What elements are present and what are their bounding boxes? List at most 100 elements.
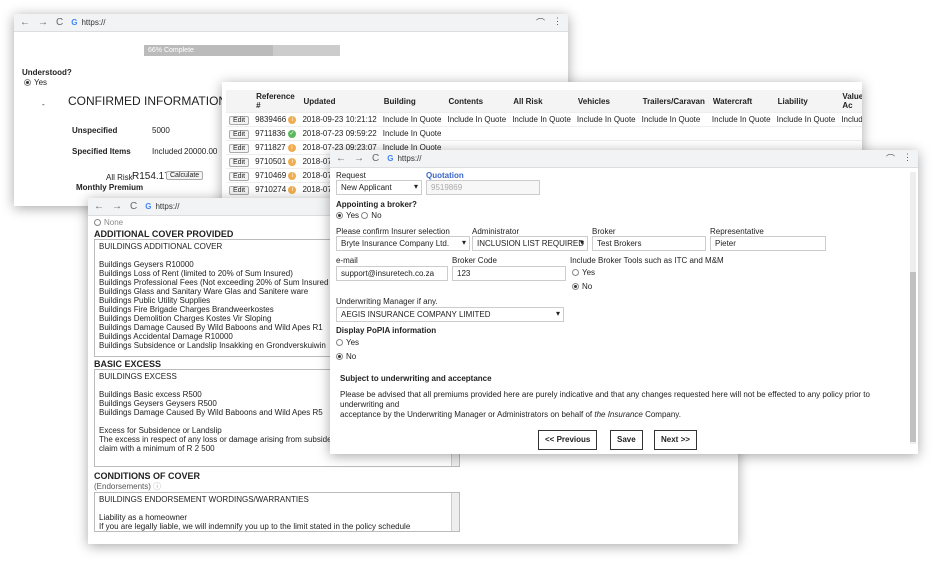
browser-bar: ← → C Ghttps:// ⌒ ⋮: [330, 150, 918, 168]
cover-cell: [838, 126, 862, 141]
calculate-button[interactable]: Calculate: [166, 171, 204, 180]
column-header: Contents: [444, 90, 510, 113]
monthly-premium-label: Monthly Premium: [76, 183, 144, 192]
radio-icon[interactable]: [572, 283, 579, 291]
reload-icon[interactable]: C: [56, 17, 63, 28]
specified-value: 20000.00: [184, 147, 218, 156]
scrollbar[interactable]: [910, 172, 916, 444]
tools-no[interactable]: No: [572, 282, 592, 291]
column-header: Building: [379, 90, 445, 113]
understood-yes[interactable]: Yes: [24, 78, 47, 87]
dash: -: [42, 100, 45, 109]
column-header: All Risk: [509, 90, 574, 113]
table-row: Edit 9711836 ✓ 2018-07-23 09:59:22 Include …: [226, 126, 862, 141]
radio-icon[interactable]: [572, 269, 579, 277]
radio-icon[interactable]: [24, 79, 31, 87]
email-label: e-mail: [336, 256, 358, 265]
administrator-select[interactable]: INCLUSION LIST REQUIRED: [472, 236, 588, 251]
info-icon: i: [288, 157, 297, 166]
cover-cell: Include In Quote: [638, 112, 709, 127]
back-icon[interactable]: ←: [20, 17, 30, 28]
cover-cell: Include In Quote: [379, 126, 445, 141]
representative-field[interactable]: Pieter: [710, 236, 826, 251]
request-select[interactable]: New Applicant: [336, 180, 422, 195]
broker-form-window: ← → C Ghttps:// ⌒ ⋮ Request Quotation New…: [330, 150, 918, 454]
previous-button[interactable]: << Previous: [538, 430, 598, 450]
popia-yes[interactable]: Yes: [336, 338, 359, 347]
reference-number[interactable]: 9711836: [255, 129, 286, 138]
reload-icon[interactable]: C: [372, 153, 379, 164]
reference-number[interactable]: 9710501: [255, 157, 286, 166]
column-header: Reference #: [252, 90, 300, 113]
menu-icon[interactable]: ⋮: [553, 16, 562, 29]
forward-icon[interactable]: →: [354, 153, 364, 164]
cover-cell: [708, 126, 774, 141]
text-line: BUILDINGS ENDORSEMENT WORDINGS/WARRANTIE…: [99, 495, 309, 504]
extension-icon[interactable]: ⌒: [886, 152, 895, 165]
broker-code-field[interactable]: 123: [452, 266, 566, 281]
back-icon[interactable]: ←: [94, 201, 104, 212]
url-text[interactable]: https://: [155, 202, 179, 211]
cover-cell: Include In Quote: [773, 112, 839, 127]
scrollbar[interactable]: [451, 493, 459, 531]
insurer-select[interactable]: Bryte Insurance Company Ltd.: [336, 236, 470, 251]
radio-yes[interactable]: [336, 212, 343, 220]
info-icon: i: [288, 186, 297, 195]
cover-cell: Include In: [838, 112, 862, 127]
column-header: Updated: [299, 90, 380, 113]
extension-icon[interactable]: ⌒: [536, 16, 545, 29]
next-button[interactable]: Next >>: [654, 430, 697, 450]
scrollbar-thumb[interactable]: [910, 272, 916, 442]
broker-code-label: Broker Code: [452, 256, 497, 265]
popia-no[interactable]: No: [336, 352, 356, 361]
edit-button[interactable]: Edit: [229, 186, 250, 196]
edit-button[interactable]: Edit: [229, 158, 250, 167]
uw-select[interactable]: AEGIS INSURANCE COMPANY LIMITED: [336, 307, 564, 322]
cover-cell: [509, 126, 574, 141]
uw-label: Underwriting Manager if any.: [336, 297, 438, 306]
radio-no[interactable]: [361, 212, 369, 220]
text-line: Liability as a homeowner: [99, 513, 188, 522]
reload-icon[interactable]: C: [130, 201, 137, 212]
back-icon[interactable]: ←: [336, 153, 346, 164]
representative-label: Representative: [710, 227, 764, 236]
column-header: Liability: [773, 90, 839, 113]
broker-field[interactable]: Test Brokers: [592, 236, 706, 251]
reference-number[interactable]: 9710274: [255, 185, 286, 194]
reference-number[interactable]: 9711827: [255, 143, 286, 152]
radio-icon[interactable]: [336, 339, 343, 347]
save-button[interactable]: Save: [610, 430, 643, 450]
text-line: [99, 504, 455, 513]
edit-button[interactable]: Edit: [229, 116, 250, 125]
unspecified-value: 5000: [152, 126, 170, 135]
reference-number[interactable]: 9710469: [255, 171, 286, 180]
radio-icon[interactable]: [336, 353, 343, 361]
reference-number[interactable]: 9839466: [255, 115, 286, 124]
url-text[interactable]: https://: [81, 18, 105, 27]
help-icon[interactable]: ⓘ: [153, 482, 161, 491]
allrisk-label: All Risk: [106, 173, 133, 182]
edit-button[interactable]: Edit: [229, 130, 250, 139]
tools-yes[interactable]: Yes: [572, 268, 595, 277]
forward-icon[interactable]: →: [38, 17, 48, 28]
progress-label: 66% Complete: [144, 45, 274, 56]
conditions-box[interactable]: BUILDINGS ENDORSEMENT WORDINGS/WARRANTIE…: [94, 492, 460, 532]
included-label: Included: [152, 147, 183, 156]
cover-cell: Include In Quote: [509, 112, 574, 127]
edit-button[interactable]: Edit: [229, 144, 250, 153]
appointing-options: Yes No: [336, 211, 382, 220]
url-text[interactable]: https://: [397, 154, 421, 163]
quotation-label: Quotation: [426, 171, 464, 180]
info-icon: i: [288, 171, 297, 180]
edit-button[interactable]: Edit: [229, 172, 250, 181]
menu-icon[interactable]: ⋮: [903, 152, 912, 165]
broker-label: Broker: [592, 227, 616, 236]
administrator-label: Administrator: [472, 227, 520, 236]
forward-icon[interactable]: →: [112, 201, 122, 212]
request-label: Request: [336, 171, 366, 180]
column-header: Vehicles: [573, 90, 639, 113]
info-icon: i: [288, 115, 297, 124]
radio-icon[interactable]: [94, 219, 101, 227]
advise-text: Please be advised that all premiums prov…: [340, 390, 870, 419]
email-field[interactable]: support@insuretech.co.za: [336, 266, 448, 281]
